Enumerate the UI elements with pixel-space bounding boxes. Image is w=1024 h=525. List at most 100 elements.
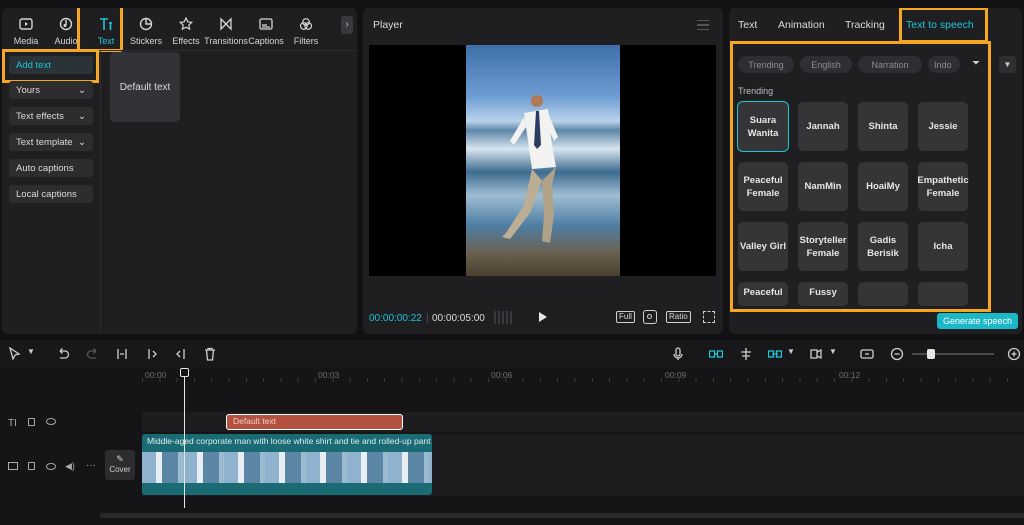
filters-icon bbox=[299, 18, 313, 30]
video-frame bbox=[466, 45, 620, 276]
voice-card[interactable] bbox=[858, 282, 908, 306]
more-icon[interactable]: ··· bbox=[86, 460, 96, 471]
chevron-down-icon: ⌄ bbox=[78, 110, 86, 122]
video-clip[interactable]: Middle-aged corporate man with loose whi… bbox=[142, 434, 432, 495]
undo-icon[interactable] bbox=[56, 347, 70, 361]
side-text-effects[interactable]: Text effects ⌄ bbox=[9, 107, 93, 125]
tab-captions[interactable]: Captions bbox=[246, 8, 286, 50]
tab-animation[interactable]: Animation bbox=[778, 19, 825, 31]
lock-icon[interactable] bbox=[28, 462, 35, 470]
voice-card[interactable]: Jannah bbox=[798, 102, 848, 151]
filter-english[interactable]: English bbox=[800, 56, 852, 73]
audio-icon[interactable]: ◀) bbox=[65, 461, 75, 472]
cover-button[interactable]: ✎ Cover bbox=[105, 450, 135, 480]
full-button[interactable]: Full bbox=[616, 311, 635, 323]
split-icon[interactable] bbox=[115, 347, 129, 361]
eye-icon[interactable] bbox=[46, 463, 56, 470]
voice-card[interactable]: Empathetic Female bbox=[917, 162, 969, 211]
player-menu-icon[interactable] bbox=[697, 20, 709, 30]
tab-tracking[interactable]: Tracking bbox=[845, 19, 885, 31]
tab-media[interactable]: Media bbox=[6, 8, 46, 50]
chevron-down-icon[interactable]: ▼ bbox=[829, 347, 843, 361]
tabs-scroll-right-button[interactable]: › bbox=[341, 16, 353, 34]
play-icon[interactable] bbox=[539, 312, 547, 322]
generate-speech-button[interactable]: Generate speech bbox=[937, 313, 1018, 329]
video-clip-label: Middle-aged corporate man with loose whi… bbox=[147, 436, 431, 446]
fullscreen-icon[interactable] bbox=[703, 311, 715, 323]
voice-card[interactable]: Jessie bbox=[918, 102, 968, 151]
preview-axis-icon[interactable] bbox=[809, 347, 823, 361]
redo-icon[interactable] bbox=[86, 347, 100, 361]
timeline: 00:00 00:03 00:06 00:09 00:12 TI Default… bbox=[0, 368, 1024, 525]
zoom-in-icon[interactable] bbox=[1007, 347, 1021, 361]
tab-effects[interactable]: Effects bbox=[166, 8, 206, 50]
voice-card[interactable]: HoaiMy bbox=[858, 162, 908, 211]
chevron-down-icon[interactable]: ▼ bbox=[27, 347, 41, 361]
zoom-slider[interactable] bbox=[912, 353, 994, 355]
side-label: Text effects bbox=[16, 110, 64, 122]
tab-label: Audio bbox=[54, 36, 78, 46]
filter-options-icon[interactable]: ⏷ bbox=[972, 58, 984, 70]
fit-timeline-icon[interactable] bbox=[860, 347, 874, 361]
video-track-icon bbox=[8, 462, 18, 470]
split-right-icon[interactable] bbox=[174, 347, 188, 361]
audio-icon bbox=[59, 17, 73, 31]
side-local-captions[interactable]: Local captions bbox=[9, 185, 93, 203]
focus-icon[interactable] bbox=[643, 310, 657, 324]
split-left-icon[interactable] bbox=[145, 347, 159, 361]
waveform-icon[interactable] bbox=[494, 311, 512, 324]
tab-stickers[interactable]: Stickers bbox=[126, 8, 166, 50]
voice-card[interactable]: Storyteller Female bbox=[798, 222, 848, 271]
video-preview[interactable] bbox=[369, 45, 716, 276]
default-text-card[interactable]: Default text bbox=[110, 52, 180, 122]
voice-card[interactable]: Fussy bbox=[798, 282, 848, 306]
side-label: Local captions bbox=[16, 188, 77, 200]
tab-text-highlight bbox=[77, 8, 123, 52]
side-text-template[interactable]: Text template ⌄ bbox=[9, 133, 93, 151]
playhead[interactable] bbox=[184, 368, 185, 508]
ratio-button[interactable]: Ratio bbox=[666, 311, 691, 323]
voice-card[interactable]: Shinta bbox=[858, 102, 908, 151]
ruler-ticks bbox=[142, 378, 1024, 382]
voice-card[interactable]: Icha bbox=[918, 222, 968, 271]
tab-filters[interactable]: Filters bbox=[286, 8, 326, 50]
main-track-magnet-icon[interactable] bbox=[708, 347, 724, 361]
media-icon bbox=[19, 18, 33, 30]
chevron-down-icon[interactable]: ▼ bbox=[999, 56, 1016, 73]
zoom-slider-handle[interactable] bbox=[927, 349, 935, 359]
auto-snap-icon[interactable] bbox=[739, 347, 753, 361]
lock-icon[interactable] bbox=[28, 418, 35, 426]
captions-icon bbox=[259, 18, 273, 30]
side-auto-captions[interactable]: Auto captions bbox=[9, 159, 93, 177]
voice-card[interactable]: Valley Girl bbox=[738, 222, 788, 271]
filter-narration[interactable]: Narration bbox=[858, 56, 922, 73]
transitions-icon bbox=[220, 17, 232, 31]
player-title: Player bbox=[373, 19, 403, 31]
voice-card[interactable] bbox=[918, 282, 968, 306]
text-clip[interactable]: Default text bbox=[226, 414, 403, 430]
filter-indo[interactable]: Indo bbox=[928, 56, 960, 73]
tab-text-props[interactable]: Text bbox=[738, 19, 757, 31]
chevron-down-icon: ⌄ bbox=[78, 84, 86, 96]
linkage-icon[interactable] bbox=[767, 347, 783, 361]
side-yours[interactable]: Yours ⌄ bbox=[9, 81, 93, 99]
voice-card[interactable]: NamMin bbox=[798, 162, 848, 211]
horizontal-scrollbar[interactable] bbox=[100, 513, 1024, 518]
voice-card[interactable]: Gadis Berisik bbox=[858, 222, 908, 271]
voice-card[interactable]: Peaceful bbox=[738, 282, 788, 306]
tab-transitions[interactable]: Transitions bbox=[204, 8, 248, 50]
zoom-out-icon[interactable] bbox=[890, 347, 904, 361]
eye-icon[interactable] bbox=[46, 418, 56, 425]
voice-card[interactable]: Suara Wanita bbox=[737, 101, 789, 152]
chevron-down-icon: ⌄ bbox=[78, 136, 86, 148]
select-pointer-icon[interactable] bbox=[8, 346, 22, 361]
side-label: Text template bbox=[16, 136, 73, 148]
chevron-down-icon[interactable]: ▼ bbox=[787, 347, 801, 361]
man-walking-figure bbox=[502, 95, 558, 243]
playhead-handle[interactable] bbox=[180, 368, 189, 377]
delete-icon[interactable] bbox=[203, 347, 217, 361]
voice-card[interactable]: Peaceful Female bbox=[738, 162, 788, 211]
filter-trending[interactable]: Trending bbox=[738, 56, 794, 73]
text-track-icon: TI bbox=[8, 418, 17, 429]
microphone-icon[interactable] bbox=[671, 347, 685, 361]
